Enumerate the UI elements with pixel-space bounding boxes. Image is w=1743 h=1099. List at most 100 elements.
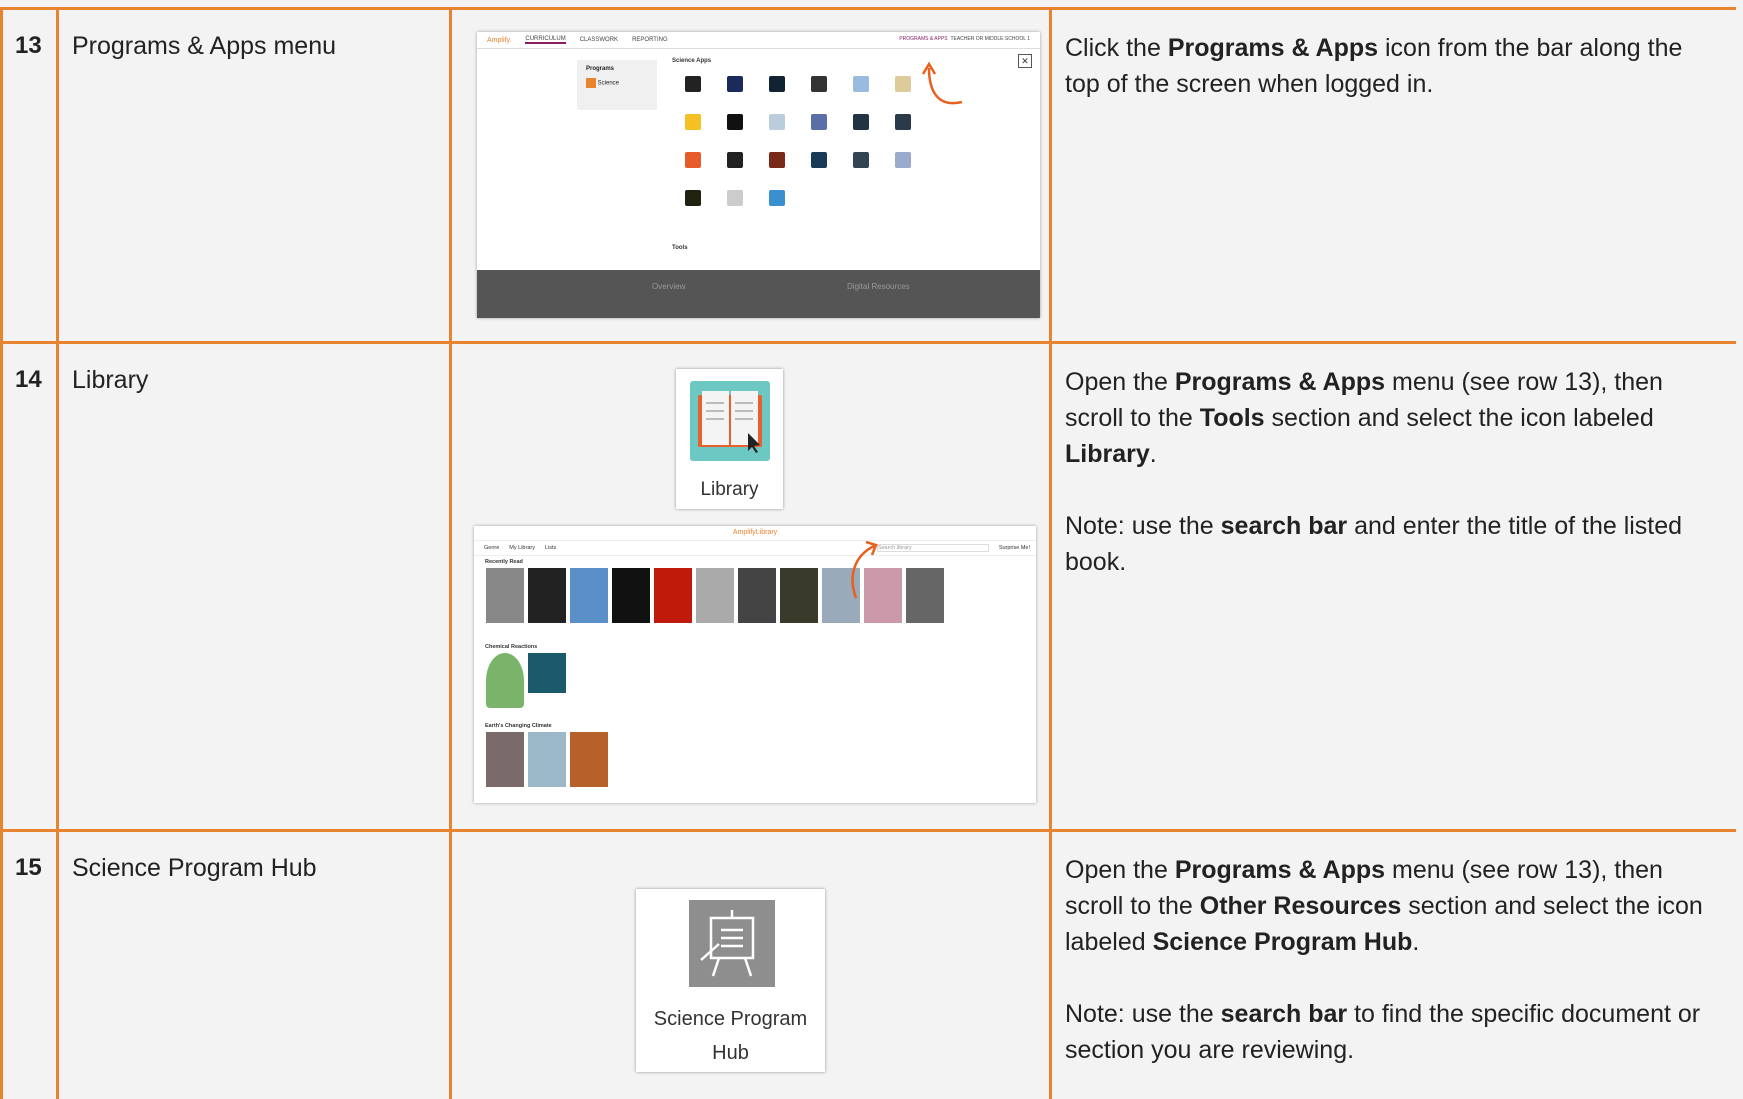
book-cover <box>696 568 734 623</box>
top-right-links: PROGRAMS & APPS TEACHER OR MIDDLE SCHOOL… <box>899 36 1030 42</box>
row-image-cell: Library AmplifyLibrary Genre My Library … <box>449 344 1049 832</box>
emphasis: search bar <box>1220 512 1348 540</box>
app-icon <box>811 152 827 168</box>
row-name-cell: Programs & Apps menu <box>56 10 449 344</box>
emphasis: Library <box>1065 440 1150 468</box>
row-instructions: Click the Programs & Apps icon from the … <box>1052 10 1736 102</box>
instruction-paragraph: Note: use the search bar and enter the t… <box>1065 512 1683 576</box>
table-row-13: 13 Programs & Apps menu Amplify. CURRICU… <box>0 7 1736 344</box>
table-row-14: 14 Library Library AmplifyLibrary Genre … <box>0 341 1736 832</box>
app-icon <box>853 152 869 168</box>
emphasis: search bar <box>1220 1000 1348 1028</box>
row-number: 15 <box>15 854 42 881</box>
app-icon <box>685 76 701 92</box>
section-earths-changing-climate: Earth's Changing Climate <box>485 723 552 729</box>
app-icon <box>727 114 743 130</box>
tab-classwork: CLASSWORK <box>579 37 619 43</box>
arrow-icon <box>921 61 963 105</box>
close-icon[interactable]: ✕ <box>1018 54 1032 68</box>
library-icon-label: Library <box>700 479 759 500</box>
amplify-logo: Amplify. <box>487 36 512 44</box>
instruction-paragraph: Click the Programs & Apps icon from the … <box>1065 34 1683 98</box>
section-chemical-reactions: Chemical Reactions <box>485 644 538 650</box>
book-cover <box>738 568 776 623</box>
book-cover <box>570 732 608 787</box>
row-instructions-cell: Open the Programs & Apps menu (see row 1… <box>1049 832 1736 1099</box>
row-number-cell: 15 <box>0 832 56 1099</box>
app-icon <box>769 190 785 206</box>
app-icon <box>895 76 911 92</box>
app-icon <box>811 114 827 130</box>
presentation-board-icon <box>689 900 775 987</box>
digital-resources-label: Digital Resources <box>847 282 910 291</box>
book-cover <box>906 568 944 623</box>
library-header: AmplifyLibrary <box>474 526 1036 541</box>
programs-panel: Programs Science <box>577 60 657 110</box>
nav-genre: Genre <box>484 545 500 551</box>
tab-reporting: REPORTING <box>632 37 668 43</box>
surprise-button[interactable]: Surprise Me! <box>999 545 1036 551</box>
app-icon <box>685 114 701 130</box>
book-cover <box>486 653 524 708</box>
row-number-cell: 14 <box>0 344 56 832</box>
instruction-paragraph: Open the Programs & Apps menu (see row 1… <box>1065 856 1703 956</box>
panel-title: Programs <box>586 66 615 72</box>
book-icon <box>690 381 770 461</box>
app-icon <box>727 76 743 92</box>
app-icon <box>685 190 701 206</box>
section-tools: Tools <box>672 245 688 251</box>
row-name: Programs & Apps menu <box>72 32 337 60</box>
emphasis: Tools <box>1199 404 1265 432</box>
row-instructions: Open the Programs & Apps menu (see row 1… <box>1052 344 1736 580</box>
book-cover <box>780 568 818 623</box>
library-icon-tile: Library <box>676 369 783 509</box>
instruction-paragraph: Open the Programs & Apps menu (see row 1… <box>1065 368 1663 468</box>
programs-apps-screenshot: Amplify. CURRICULUM CLASSWORK REPORTING … <box>477 32 1040 318</box>
row-number: 13 <box>15 32 42 59</box>
book-cover <box>528 568 566 623</box>
nav-lists: Lists <box>544 545 557 551</box>
user-link: TEACHER OR MIDDLE SCHOOL 1 <box>950 36 1030 42</box>
panel-item-row: Science <box>586 78 648 88</box>
climate-books <box>474 732 1036 787</box>
instruction-paragraph: Note: use the search bar to find the spe… <box>1065 1000 1701 1064</box>
emphasis: Programs & Apps <box>1167 34 1379 62</box>
row-name-cell: Library <box>56 344 449 832</box>
app-icon <box>727 152 743 168</box>
row-image-cell: Science Program Hub <box>449 832 1049 1099</box>
app-icon <box>811 76 827 92</box>
app-icon <box>895 152 911 168</box>
book-cover <box>570 568 608 623</box>
table-row-15: 15 Science Program Hub Science Program H… <box>0 829 1736 1099</box>
book-cover <box>486 732 524 787</box>
emphasis: Programs & Apps <box>1174 856 1386 884</box>
science-program-hub-label: Science Program Hub <box>653 1008 808 1064</box>
panel-item-science: Science <box>597 80 620 87</box>
chemical-books <box>474 653 1036 708</box>
apps-grid <box>672 76 922 206</box>
app-icon <box>685 152 701 168</box>
book-glyph <box>698 391 762 453</box>
search-input[interactable]: Search library <box>876 544 989 552</box>
row-name: Library <box>72 366 149 394</box>
science-program-hub-tile: Science Program Hub <box>636 889 825 1072</box>
page-overlay: Overview Digital Resources <box>477 270 1040 318</box>
board-glyph <box>700 910 755 977</box>
section-recently-read: Recently Read <box>485 559 523 565</box>
app-icon <box>769 152 785 168</box>
app-icon <box>769 114 785 130</box>
tab-curriculum: CURRICULUM <box>525 36 566 44</box>
app-icon <box>895 114 911 130</box>
library-screenshot: AmplifyLibrary Genre My Library Lists Se… <box>474 526 1036 803</box>
book-cover <box>654 568 692 623</box>
row-name-cell: Science Program Hub <box>56 832 449 1099</box>
section-science-apps: Science Apps <box>672 58 712 64</box>
row-name: Science Program Hub <box>72 854 317 882</box>
app-icon <box>727 190 743 206</box>
emphasis: Other Resources <box>1199 892 1402 920</box>
row-number: 14 <box>15 366 42 393</box>
book-cover <box>528 653 566 693</box>
library-nav: Genre My Library Lists Search library Su… <box>474 541 1036 556</box>
recent-books <box>474 568 1036 623</box>
book-cover <box>486 568 524 623</box>
